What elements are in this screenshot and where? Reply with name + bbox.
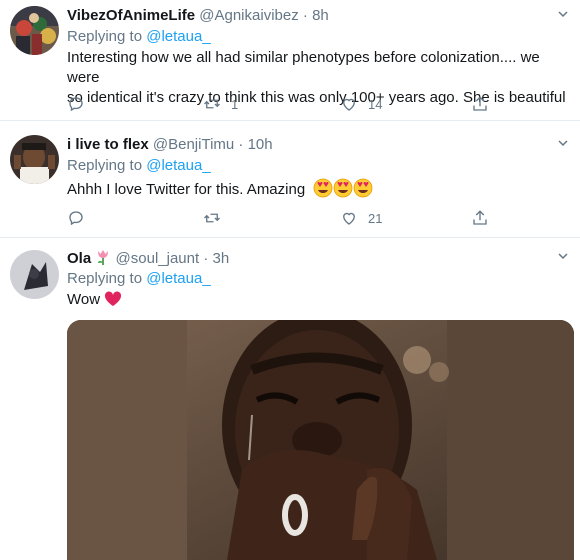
chevron-down-icon[interactable] — [558, 138, 568, 148]
heart-icon — [343, 212, 355, 225]
separator: · — [203, 250, 209, 267]
timestamp[interactable]: 8h — [312, 7, 329, 24]
mention-link[interactable]: @letaua_ — [146, 157, 210, 174]
replying-prefix: Replying to — [67, 157, 147, 174]
video-thumbnail[interactable] — [67, 320, 574, 560]
retweet-button[interactable]: 1 — [203, 94, 238, 114]
heart-icon — [343, 98, 355, 111]
retweet-icon — [204, 213, 220, 223]
tweet-header: i live to flex @BenjiTimu · 10h — [67, 135, 273, 155]
like-count: 14 — [368, 96, 383, 112]
red-heart-emoji-icon — [104, 291, 122, 313]
user-handle[interactable]: @Agnikaivibez — [199, 7, 298, 24]
share-icon — [473, 210, 487, 225]
separator: · — [238, 136, 244, 153]
retweet-count: 1 — [231, 96, 239, 112]
share-icon — [473, 96, 487, 111]
retweet-button[interactable] — [203, 208, 221, 228]
chevron-down-icon[interactable] — [558, 9, 568, 19]
tweet-2[interactable]: i live to flex @BenjiTimu · 10h Replying… — [0, 121, 580, 238]
replying-prefix: Replying to — [67, 270, 147, 287]
tweet-3[interactable]: Ola @soul_jaunt · 3h Replying to @letaua… — [0, 238, 580, 560]
like-button[interactable]: 14 — [340, 94, 382, 114]
share-button[interactable] — [471, 94, 489, 114]
crying-man-image — [67, 320, 574, 560]
reply-button[interactable] — [67, 94, 85, 114]
tweet-text-line: Ahhh I love Twitter for this. Amazing — [67, 181, 306, 198]
tweet-header: VibezOfAnimeLife @Agnikaivibez · 8h — [67, 6, 329, 26]
tweet-1[interactable]: VibezOfAnimeLife @Agnikaivibez · 8h Repl… — [0, 0, 580, 121]
reply-icon — [69, 211, 83, 226]
user-handle[interactable]: @BenjiTimu — [153, 136, 234, 153]
user-handle[interactable]: @soul_jaunt — [116, 250, 200, 267]
tweet-text: Interesting how we all had similar pheno… — [67, 48, 570, 108]
tweet-text: Wow — [67, 290, 122, 313]
like-button[interactable]: 21 — [340, 208, 382, 228]
retweet-icon — [204, 99, 220, 109]
tweet-text-line: Interesting how we all had similar pheno… — [67, 49, 540, 86]
display-name[interactable]: VibezOfAnimeLife — [67, 7, 195, 24]
chevron-down-icon[interactable] — [558, 251, 568, 261]
replying-to: Replying to @letaua_ — [67, 27, 211, 47]
avatar[interactable] — [10, 6, 59, 55]
timestamp[interactable]: 3h — [213, 250, 230, 267]
replying-to: Replying to @letaua_ — [67, 156, 211, 176]
tweet-text-line: so identical it's crazy to think this wa… — [67, 89, 566, 106]
like-count: 21 — [368, 210, 383, 226]
reply-icon — [69, 97, 83, 112]
tweet-text: Ahhh I love Twitter for this. Amazing — [67, 178, 373, 204]
avatar[interactable] — [10, 135, 59, 184]
share-button[interactable] — [471, 208, 489, 228]
mention-link[interactable]: @letaua_ — [146, 270, 210, 287]
separator: · — [302, 7, 308, 24]
reply-button[interactable] — [67, 208, 85, 228]
mention-link[interactable]: @letaua_ — [146, 28, 210, 45]
replying-prefix: Replying to — [67, 28, 147, 45]
heart-eyes-emoji-icon — [313, 178, 373, 204]
display-name[interactable]: Ola — [67, 250, 91, 267]
tweet-text-line: Wow — [67, 291, 101, 308]
timestamp[interactable]: 10h — [248, 136, 273, 153]
display-name[interactable]: i live to flex — [67, 136, 149, 153]
avatar[interactable] — [10, 250, 59, 299]
replying-to: Replying to @letaua_ — [67, 269, 211, 289]
